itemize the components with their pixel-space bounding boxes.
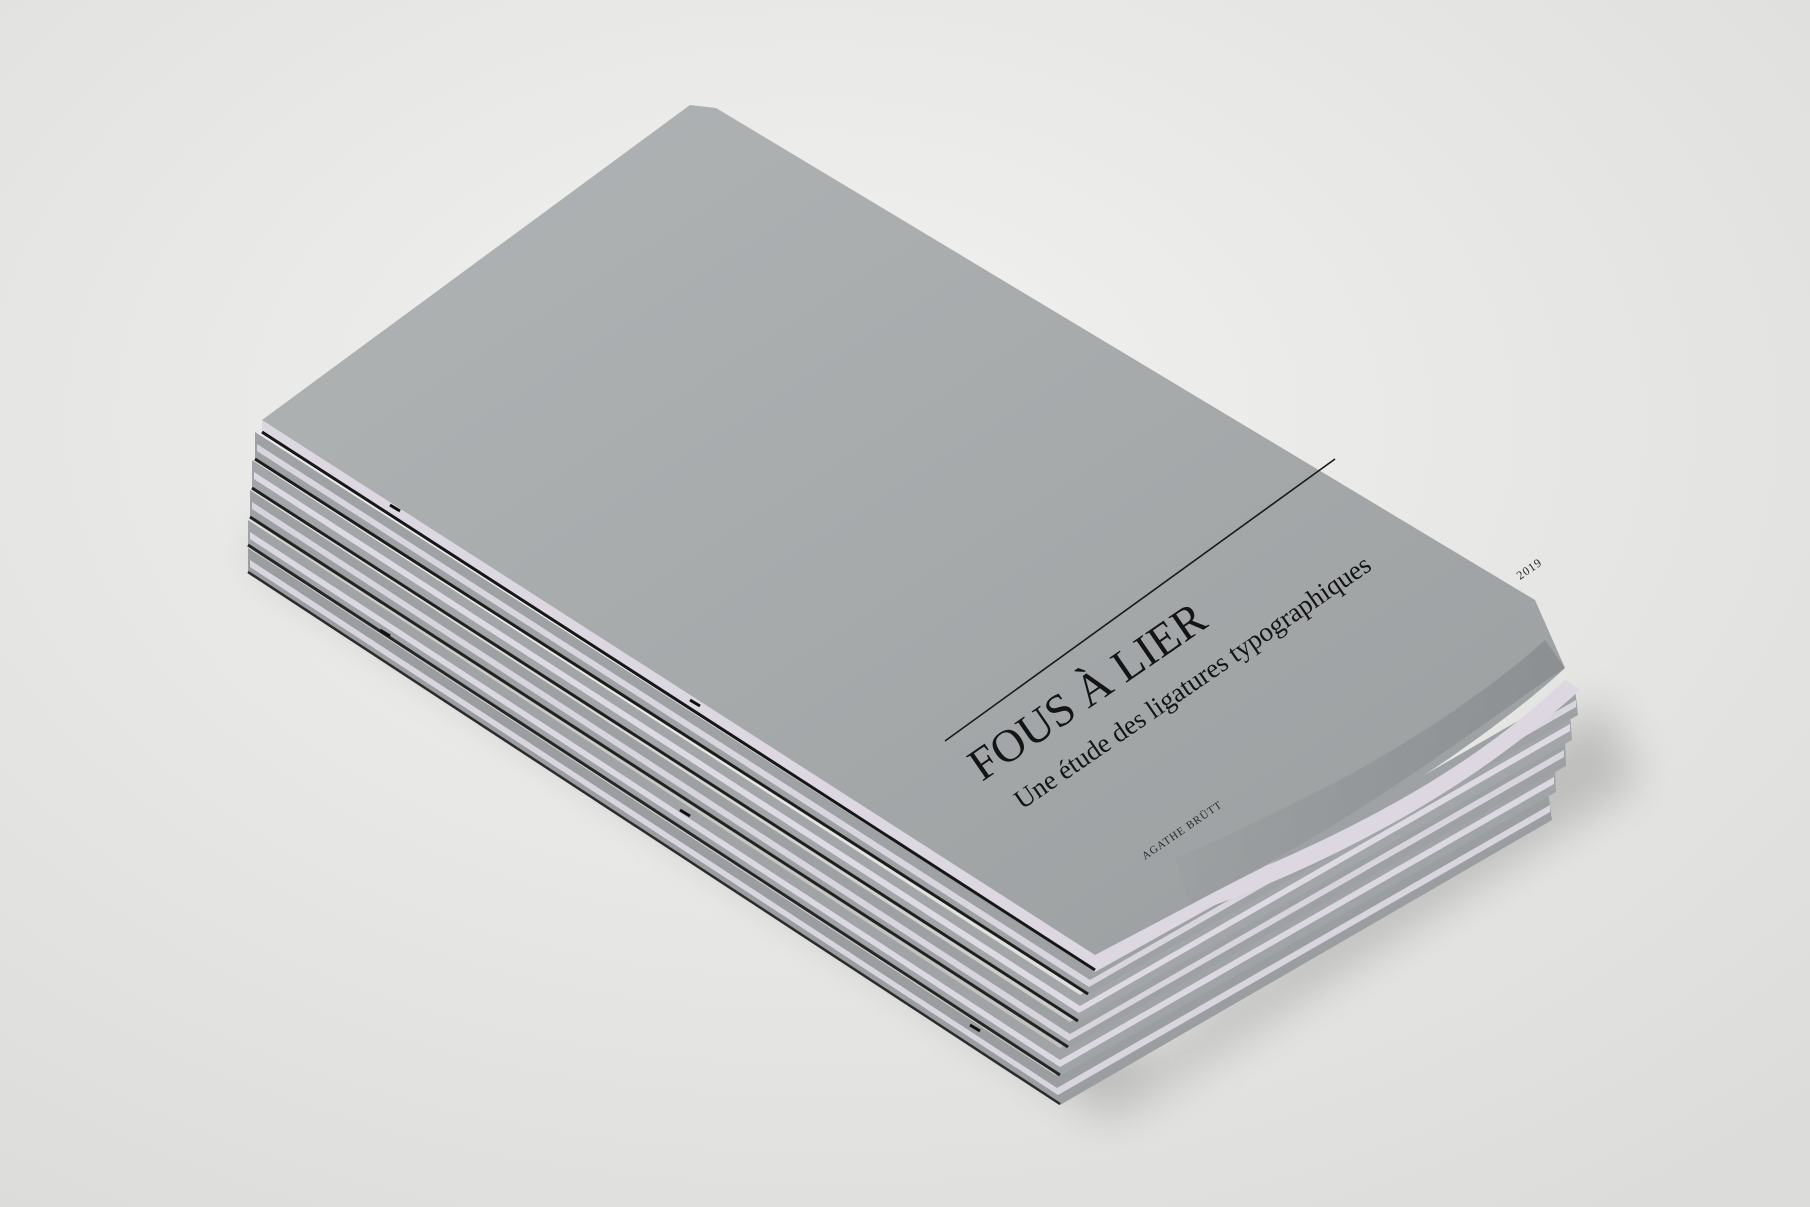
photo-scene: FOUS À LIER Une étude des ligatures typo…: [0, 0, 1810, 1207]
